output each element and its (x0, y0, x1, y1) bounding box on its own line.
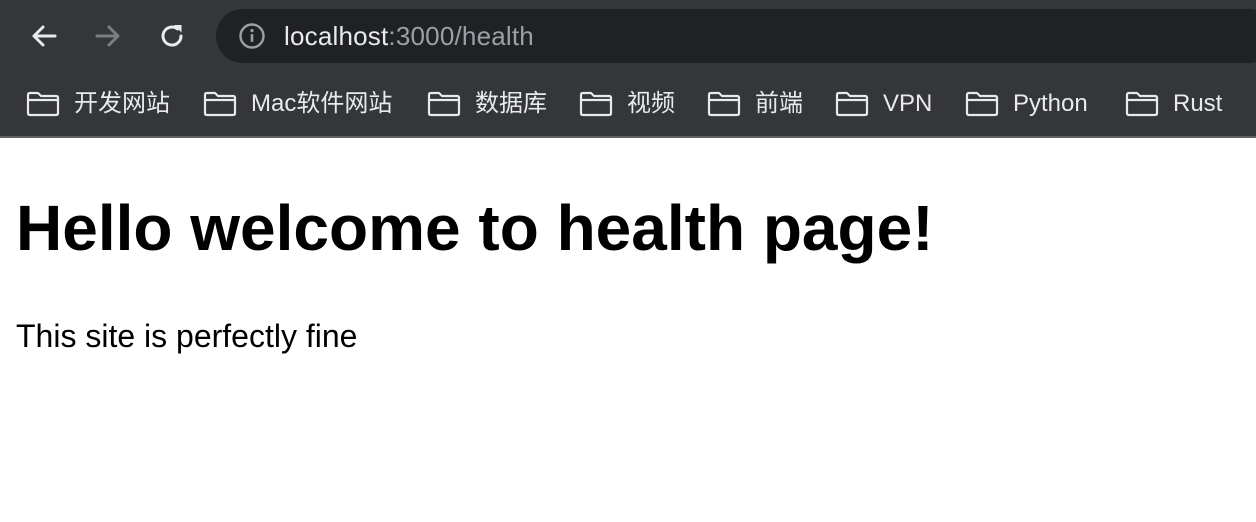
url-text[interactable]: localhost:3000/health (284, 20, 534, 52)
browser-toolbar: localhost:3000/health (0, 0, 1256, 72)
info-icon[interactable] (238, 22, 266, 50)
reload-button[interactable] (152, 16, 192, 56)
bookmark-label: 数据库 (475, 90, 547, 117)
bookmark-folder-python[interactable]: Python (965, 86, 1088, 122)
forward-arrow-icon (95, 25, 120, 47)
url-host: localhost (284, 21, 389, 51)
folder-icon (965, 91, 999, 117)
bookmark-folder-frontend[interactable]: 前端 (707, 86, 803, 122)
folder-icon (427, 91, 461, 117)
bookmark-folder-mac-software[interactable]: Mac软件网站 (203, 86, 392, 122)
bookmark-label: Rust (1173, 90, 1223, 117)
bookmarks-bar: 开发网站 Mac软件网站 数据库 视频 前端 VPN Python Rust (0, 72, 1256, 136)
bookmark-label: 前端 (755, 90, 803, 117)
address-bar[interactable]: localhost:3000/health (216, 9, 1256, 63)
page-body-text: This site is perfectly fine (16, 318, 358, 354)
back-arrow-icon (32, 25, 57, 47)
folder-icon (1125, 91, 1159, 117)
bookmark-folder-database[interactable]: 数据库 (427, 86, 547, 122)
bookmark-label: 开发网站 (74, 90, 170, 117)
bookmark-folder-video[interactable]: 视频 (579, 86, 675, 122)
page-heading: Hello welcome to health page! (16, 192, 934, 264)
bookmark-folder-dev-sites[interactable]: 开发网站 (26, 86, 170, 122)
bookmark-label: Mac软件网站 (251, 90, 393, 117)
reload-icon (161, 25, 183, 47)
bookmark-folder-rust[interactable]: Rust (1125, 86, 1222, 122)
folder-icon (203, 91, 237, 117)
folder-icon (835, 91, 869, 117)
bookmark-label: VPN (883, 90, 933, 117)
forward-button[interactable] (88, 16, 128, 56)
folder-icon (579, 91, 613, 117)
folder-icon (707, 91, 741, 117)
folder-icon (26, 91, 60, 117)
page-content: Hello welcome to health page! This site … (0, 138, 1256, 522)
url-path: :3000/health (388, 21, 534, 51)
bookmark-label: 视频 (627, 90, 675, 117)
back-button[interactable] (24, 16, 64, 56)
bookmark-folder-vpn[interactable]: VPN (835, 86, 932, 122)
bookmark-label: Python (1013, 90, 1088, 117)
